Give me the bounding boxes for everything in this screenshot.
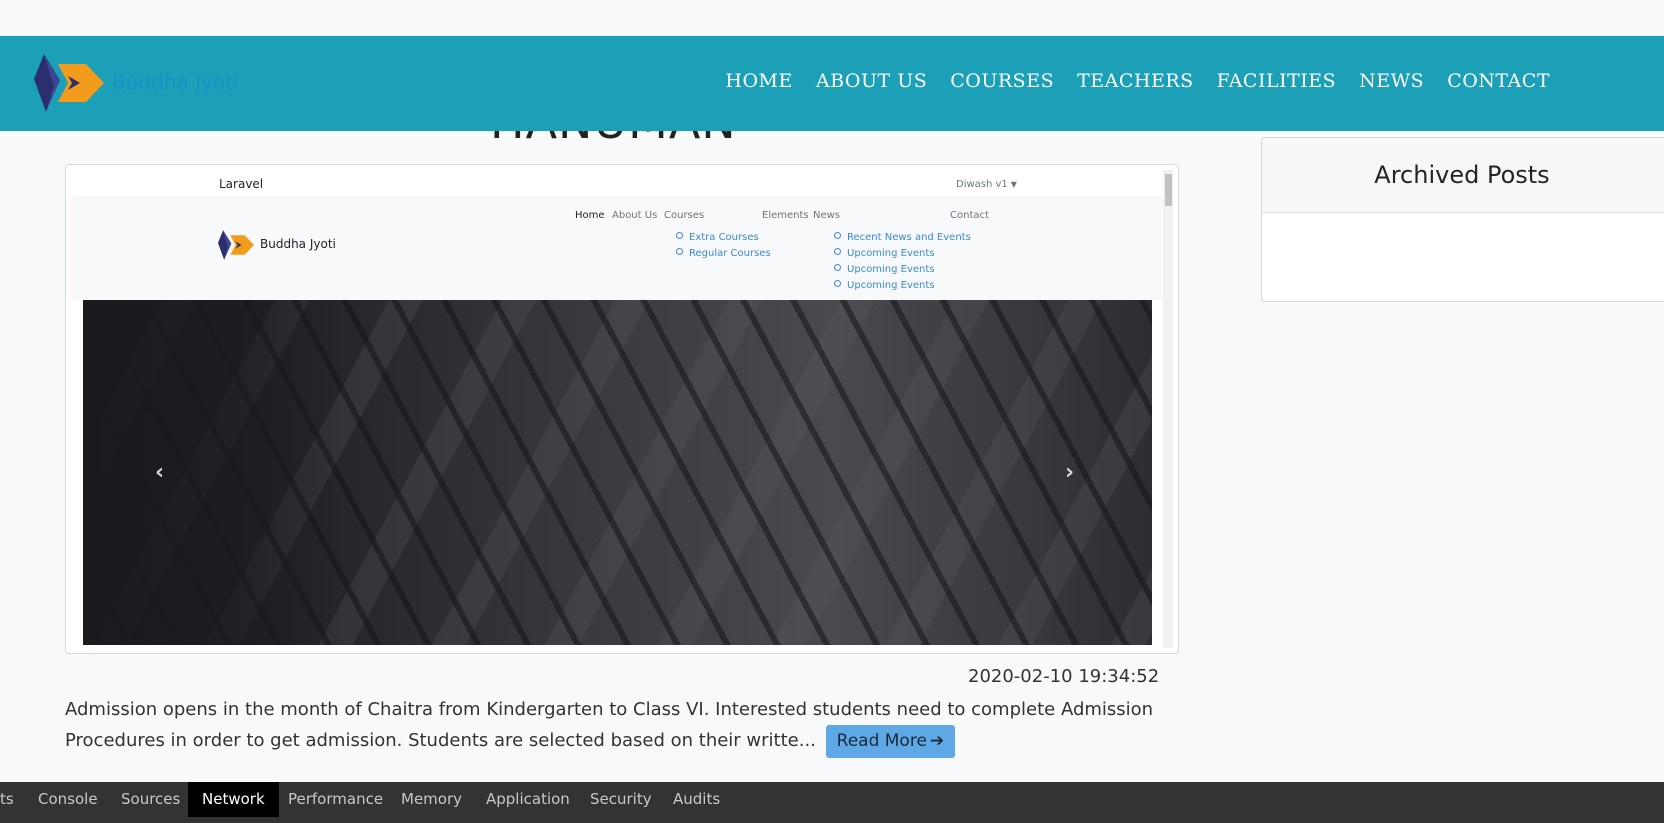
devtools-tab-network[interactable]: Network bbox=[188, 782, 279, 817]
carousel-shade bbox=[83, 300, 343, 645]
embedded-sub-upcoming-1: Upcoming Events bbox=[834, 248, 935, 259]
devtools-tab-audits[interactable]: Audits bbox=[659, 782, 734, 817]
devtools-tab-sources[interactable]: Sources bbox=[107, 782, 194, 817]
devtools-tabbar: ts Console Sources Network Performance M… bbox=[0, 782, 1664, 823]
nav-news[interactable]: NEWS bbox=[1359, 70, 1424, 92]
caret-down-icon: ▼ bbox=[1010, 180, 1017, 189]
nav-about-us[interactable]: ABOUT US bbox=[816, 70, 927, 92]
embedded-sub-upcoming-3: Upcoming Events bbox=[834, 280, 935, 291]
embedded-logo-icon bbox=[218, 230, 254, 260]
embedded-nav-about: About Us bbox=[612, 210, 658, 221]
archived-posts-card: Archived Posts bbox=[1261, 137, 1664, 302]
read-more-label: Read More bbox=[836, 731, 927, 751]
embedded-nav-home: Home bbox=[575, 210, 605, 221]
archived-posts-title: Archived Posts bbox=[1374, 161, 1550, 189]
embedded-logo-text: Buddha Jyoti bbox=[260, 237, 336, 251]
embedded-user-menu: Diwash v1 ▼ bbox=[956, 179, 1017, 190]
post-excerpt-text: Admission opens in the month of Chaitra … bbox=[65, 699, 1154, 751]
arrow-right-icon: ➔ bbox=[929, 731, 945, 751]
embedded-sub-upcoming-2: Upcoming Events bbox=[834, 264, 935, 275]
devtools-tab-console[interactable]: Console bbox=[24, 782, 112, 817]
read-more-button[interactable]: Read More ➔ bbox=[825, 725, 956, 758]
archived-posts-header: Archived Posts bbox=[1262, 138, 1664, 213]
devtools-tab-performance[interactable]: Performance bbox=[274, 782, 397, 817]
embedded-nav-elements: Elements bbox=[762, 210, 809, 221]
post-image-card: Laravel Diwash v1 ▼ Buddha Jyoti Home Abo… bbox=[65, 164, 1179, 654]
embedded-user-name: Diwash v1 bbox=[956, 179, 1008, 190]
embedded-carousel-image: ‹ › bbox=[83, 300, 1152, 645]
nav-courses[interactable]: COURSES bbox=[950, 70, 1054, 92]
embedded-sub-regular-courses: Regular Courses bbox=[676, 248, 771, 259]
nav-home[interactable]: HOME bbox=[725, 70, 792, 92]
embedded-nav-news: News bbox=[813, 210, 841, 221]
embedded-sub-extra-courses: Extra Courses bbox=[676, 232, 759, 243]
embedded-brand: Laravel bbox=[219, 177, 264, 191]
chevron-left-icon: ‹ bbox=[155, 460, 165, 485]
site-navbar: Buddha Jyoti HOME ABOUT US COURSES TEACH… bbox=[0, 36, 1664, 131]
chevron-right-icon: › bbox=[1065, 460, 1075, 485]
devtools-tab-application[interactable]: Application bbox=[472, 782, 584, 817]
post-timestamp: 2020-02-10 19:34:52 bbox=[968, 666, 1160, 687]
post-excerpt: Admission opens in the month of Chaitra … bbox=[65, 694, 1205, 758]
nav-facilities[interactable]: FACILITIES bbox=[1217, 70, 1336, 92]
brand-name[interactable]: Buddha Jyoti bbox=[112, 70, 238, 94]
brand-logo-icon[interactable] bbox=[34, 54, 104, 112]
nav-contact[interactable]: CONTACT bbox=[1447, 70, 1550, 92]
devtools-tab-memory[interactable]: Memory bbox=[387, 782, 476, 817]
embedded-nav-courses: Courses bbox=[664, 210, 705, 221]
embedded-nav-area: Buddha Jyoti Home About Us Courses Eleme… bbox=[71, 196, 1163, 300]
devtools-tab-security[interactable]: Security bbox=[576, 782, 666, 817]
embedded-nav-contact: Contact bbox=[950, 210, 989, 221]
embedded-scrollbar bbox=[1163, 170, 1173, 648]
embedded-sub-recent-news: Recent News and Events bbox=[834, 232, 971, 243]
embedded-scrollbar-thumb bbox=[1165, 174, 1172, 206]
embedded-topbar: Laravel Diwash v1 ▼ bbox=[71, 170, 1163, 196]
main-nav: HOME ABOUT US COURSES TEACHERS FACILITIE… bbox=[725, 70, 1550, 92]
nav-teachers[interactable]: TEACHERS bbox=[1077, 70, 1194, 92]
